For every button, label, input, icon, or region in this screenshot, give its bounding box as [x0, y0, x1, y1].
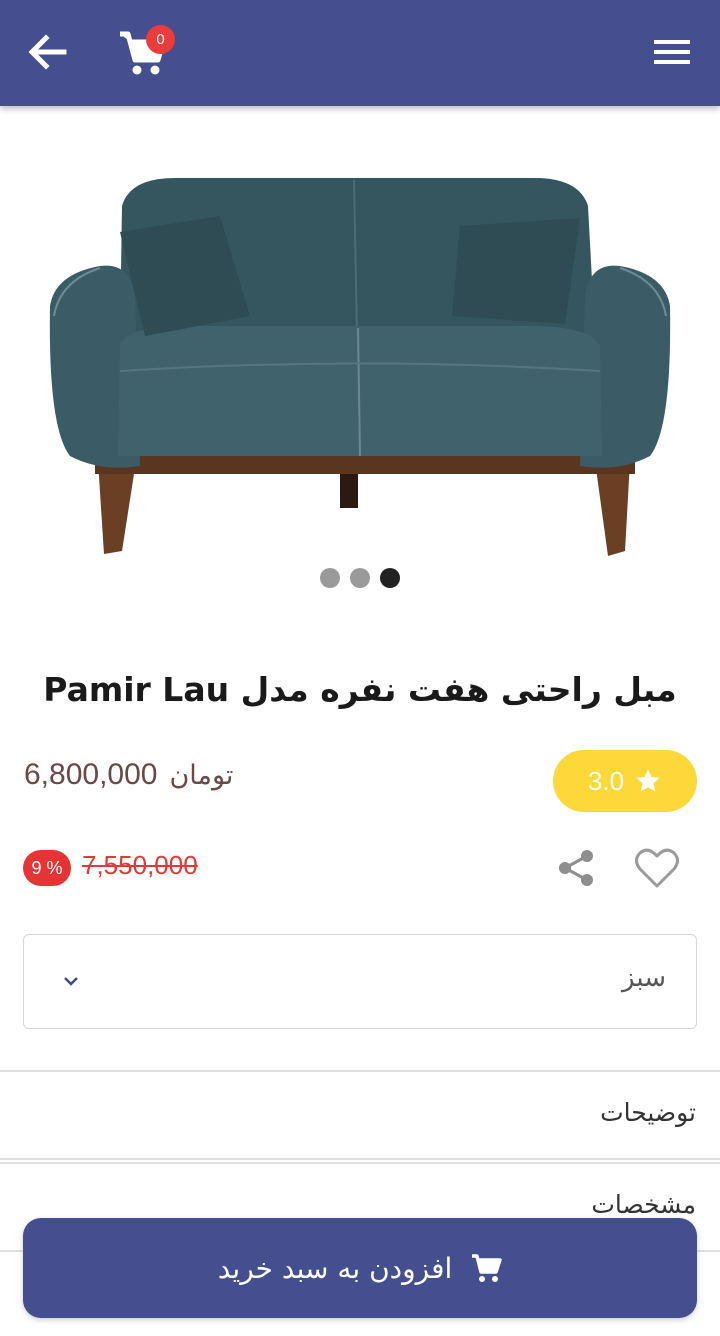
- add-to-cart-label: افزودن به سبد خرید: [217, 1251, 453, 1285]
- add-to-cart-button[interactable]: افزودن به سبد خرید: [23, 1218, 697, 1318]
- heart-outline-icon: [635, 848, 679, 888]
- chevron-down-icon: [64, 977, 78, 986]
- product-title: مبل راحتی هفت نفره مدل Pamir Lau: [43, 670, 677, 709]
- rating-badge: 3.0: [553, 750, 697, 812]
- color-select-value: سبز: [622, 963, 666, 993]
- discount-badge: 9 %: [23, 850, 71, 886]
- shopping-cart-icon: [472, 1254, 503, 1282]
- share-icon: [559, 850, 593, 886]
- color-select[interactable]: سبز: [23, 934, 697, 1029]
- pagination-dot[interactable]: [350, 568, 370, 588]
- price: 6,800,000 تومان: [24, 758, 233, 792]
- description-section[interactable]: توضیحات: [0, 1070, 720, 1160]
- pagination-dot-active[interactable]: [380, 568, 400, 588]
- description-label: توضیحات: [600, 1098, 696, 1127]
- share-button[interactable]: [556, 848, 596, 888]
- favorite-button[interactable]: [634, 846, 680, 890]
- price-currency: تومان: [169, 760, 234, 791]
- cart-count-badge: 0: [146, 25, 175, 54]
- hamburger-menu-icon: [654, 40, 690, 64]
- price-value: 6,800,000: [24, 758, 158, 791]
- gallery-pagination: [0, 568, 720, 590]
- rating-value: 3.0: [587, 765, 625, 796]
- old-price: 7,550,000: [82, 850, 198, 880]
- star-icon: [636, 769, 660, 792]
- arrow-left-icon: [28, 34, 67, 70]
- product-image: [49, 178, 671, 556]
- pagination-dot[interactable]: [320, 568, 340, 588]
- app-bar: 0: [0, 0, 720, 106]
- specifications-label: مشخصات: [591, 1190, 696, 1219]
- menu-button[interactable]: [650, 38, 696, 68]
- back-button[interactable]: [24, 30, 70, 74]
- product-image-gallery[interactable]: [0, 106, 720, 616]
